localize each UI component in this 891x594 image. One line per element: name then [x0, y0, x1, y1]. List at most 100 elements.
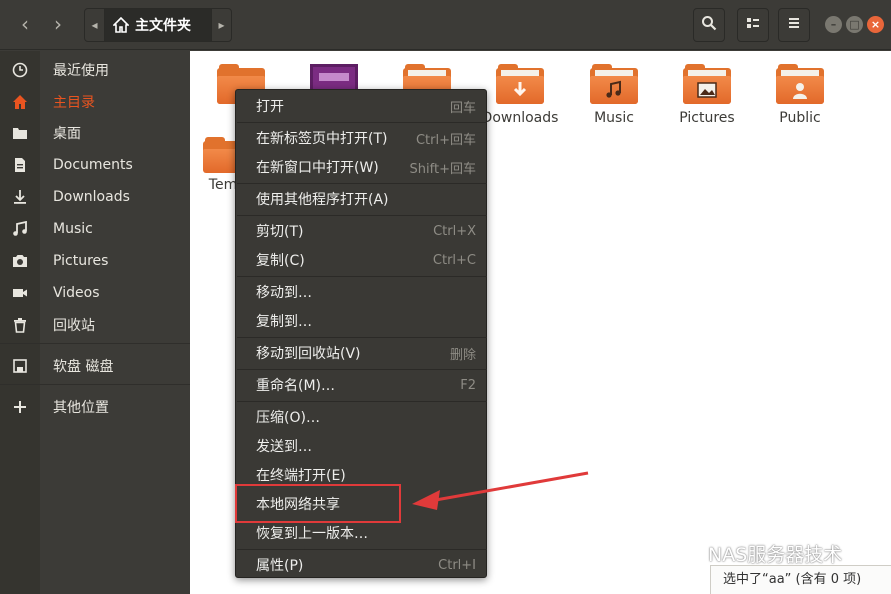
menu-item-label: 发送到… — [256, 439, 312, 455]
menu-separator — [237, 183, 487, 184]
app-menu-button[interactable] — [778, 8, 810, 42]
search-button[interactable] — [693, 8, 725, 42]
menu-item-open[interactable]: 打开 回车 — [236, 92, 486, 120]
file-label: Pictures — [679, 110, 735, 126]
menu-item-label: 在新窗口中打开(W) — [256, 160, 379, 176]
menu-item-properties[interactable]: 属性(P) Ctrl+I — [236, 551, 486, 579]
sidebar-item-music[interactable]: Music — [0, 214, 190, 244]
menu-item-label: 复制到… — [256, 314, 312, 330]
sidebar-item-label: 最近使用 — [53, 63, 109, 79]
path-bar: ◂ 主文件夹 ▸ — [84, 8, 232, 42]
menu-item-restore-previous-version[interactable]: 恢复到上一版本… — [236, 519, 486, 547]
folder-item-downloads[interactable]: Downloads — [477, 64, 563, 126]
sidebar-item-recent[interactable]: 最近使用 — [0, 55, 190, 85]
menu-item-label: 打开 — [256, 99, 284, 115]
minimize-button[interactable]: – — [825, 16, 842, 33]
plus-icon — [0, 399, 40, 415]
list-view-icon — [745, 15, 761, 35]
sidebar-item-home[interactable]: 主目录 — [0, 87, 190, 117]
download-icon — [0, 189, 40, 205]
menu-item-open-new-window[interactable]: 在新窗口中打开(W) Shift+回车 — [236, 153, 486, 181]
menu-separator — [237, 549, 487, 550]
menu-item-label: 在新标签页中打开(T) — [256, 131, 388, 147]
header-bar: ‹ › ◂ 主文件夹 ▸ – □ × — [0, 0, 891, 50]
menu-item-compress[interactable]: 压缩(O)… — [236, 403, 486, 431]
sidebar-item-label: 其他位置 — [53, 400, 109, 416]
file-label: Music — [594, 110, 634, 126]
path-scroll-left-button[interactable]: ◂ — [85, 9, 105, 41]
folder-item-public[interactable]: Public — [757, 64, 843, 126]
menu-item-shortcut: Ctrl+回车 — [415, 132, 476, 148]
home-icon — [113, 17, 129, 33]
floppy-icon — [0, 358, 40, 374]
document-icon — [0, 157, 40, 173]
public-folder-icon — [776, 64, 824, 104]
sidebar-item-label: Videos — [53, 285, 100, 301]
menu-item-shortcut: Ctrl+X — [433, 223, 476, 239]
sidebar-item-label: Pictures — [53, 253, 109, 269]
back-button[interactable]: ‹ — [10, 10, 40, 40]
menu-separator — [237, 401, 487, 402]
menu-item-label: 恢复到上一版本… — [256, 526, 368, 542]
menu-separator — [237, 122, 487, 123]
menu-item-label: 使用其他程序打开(A) — [256, 192, 389, 208]
menu-item-rename[interactable]: 重命名(M)… F2 — [236, 371, 486, 399]
file-label: Public — [779, 110, 821, 126]
annotation-highlight-box — [235, 484, 401, 523]
hamburger-icon — [786, 15, 802, 35]
path-current-label: 主文件夹 — [135, 18, 191, 34]
sidebar-item-floppy[interactable]: 软盘 磁盘 — [0, 351, 190, 381]
sidebar-item-trash[interactable]: 回收站 — [0, 310, 190, 340]
sidebar-item-label: 回收站 — [53, 318, 95, 334]
menu-item-shortcut: 删除 — [449, 347, 476, 363]
menu-item-open-new-tab[interactable]: 在新标签页中打开(T) Ctrl+回车 — [236, 124, 486, 152]
menu-separator — [237, 337, 487, 338]
maximize-button[interactable]: □ — [846, 16, 863, 33]
menu-item-copy-to[interactable]: 复制到… — [236, 307, 486, 335]
home-icon — [0, 94, 40, 110]
menu-item-label: 属性(P) — [256, 558, 304, 574]
menu-item-open-with[interactable]: 使用其他程序打开(A) — [236, 185, 486, 213]
sidebar-item-other-locations[interactable]: 其他位置 — [0, 392, 190, 422]
menu-item-cut[interactable]: 剪切(T) Ctrl+X — [236, 217, 486, 245]
menu-item-shortcut: Ctrl+C — [432, 252, 476, 268]
menu-item-move-to[interactable]: 移动到… — [236, 278, 486, 306]
menu-item-label: 复制(C) — [256, 253, 305, 269]
path-scroll-right-button[interactable]: ▸ — [211, 9, 231, 41]
music-icon — [0, 221, 40, 237]
menu-item-shortcut: F2 — [460, 377, 476, 393]
music-folder-icon — [590, 64, 638, 104]
forward-button[interactable]: › — [43, 10, 73, 40]
view-mode-button[interactable] — [737, 8, 769, 42]
sidebar-item-pictures[interactable]: Pictures — [0, 246, 190, 276]
file-label: Downloads — [481, 110, 559, 126]
menu-item-label: 在终端打开(E) — [256, 468, 346, 484]
watermark: NAS服务器技术 — [672, 540, 842, 567]
clock-icon — [0, 62, 40, 78]
menu-item-shortcut: Shift+回车 — [409, 161, 476, 177]
search-icon — [701, 15, 717, 35]
sidebar-item-documents[interactable]: Documents — [0, 150, 190, 180]
sidebar: 最近使用 主目录 桌面 Documents Downloads Music Pi… — [0, 51, 190, 594]
menu-item-label: 移动到回收站(V) — [256, 346, 361, 362]
selection-status: 选中了“aa” (含有 0 项) — [710, 565, 891, 594]
sidebar-item-label: 软盘 磁盘 — [53, 359, 114, 375]
sidebar-item-label: Downloads — [53, 189, 130, 205]
pictures-folder-icon — [683, 64, 731, 104]
close-button[interactable]: × — [867, 16, 884, 33]
sidebar-separator — [0, 343, 190, 344]
menu-separator — [237, 369, 487, 370]
sidebar-item-downloads[interactable]: Downloads — [0, 182, 190, 212]
watermark-text: NAS服务器技术 — [708, 544, 843, 566]
menu-item-shortcut: 回车 — [449, 100, 476, 116]
menu-item-send-to[interactable]: 发送到… — [236, 432, 486, 460]
video-icon — [0, 285, 40, 301]
sidebar-item-videos[interactable]: Videos — [0, 278, 190, 308]
path-current-folder-button[interactable]: 主文件夹 — [105, 9, 211, 41]
folder-item-music[interactable]: Music — [571, 64, 657, 126]
menu-item-copy[interactable]: 复制(C) Ctrl+C — [236, 246, 486, 274]
sidebar-item-desktop[interactable]: 桌面 — [0, 118, 190, 148]
folder-item-pictures[interactable]: Pictures — [664, 64, 750, 126]
trash-icon — [0, 317, 40, 333]
menu-item-move-to-trash[interactable]: 移动到回收站(V) 删除 — [236, 339, 486, 367]
